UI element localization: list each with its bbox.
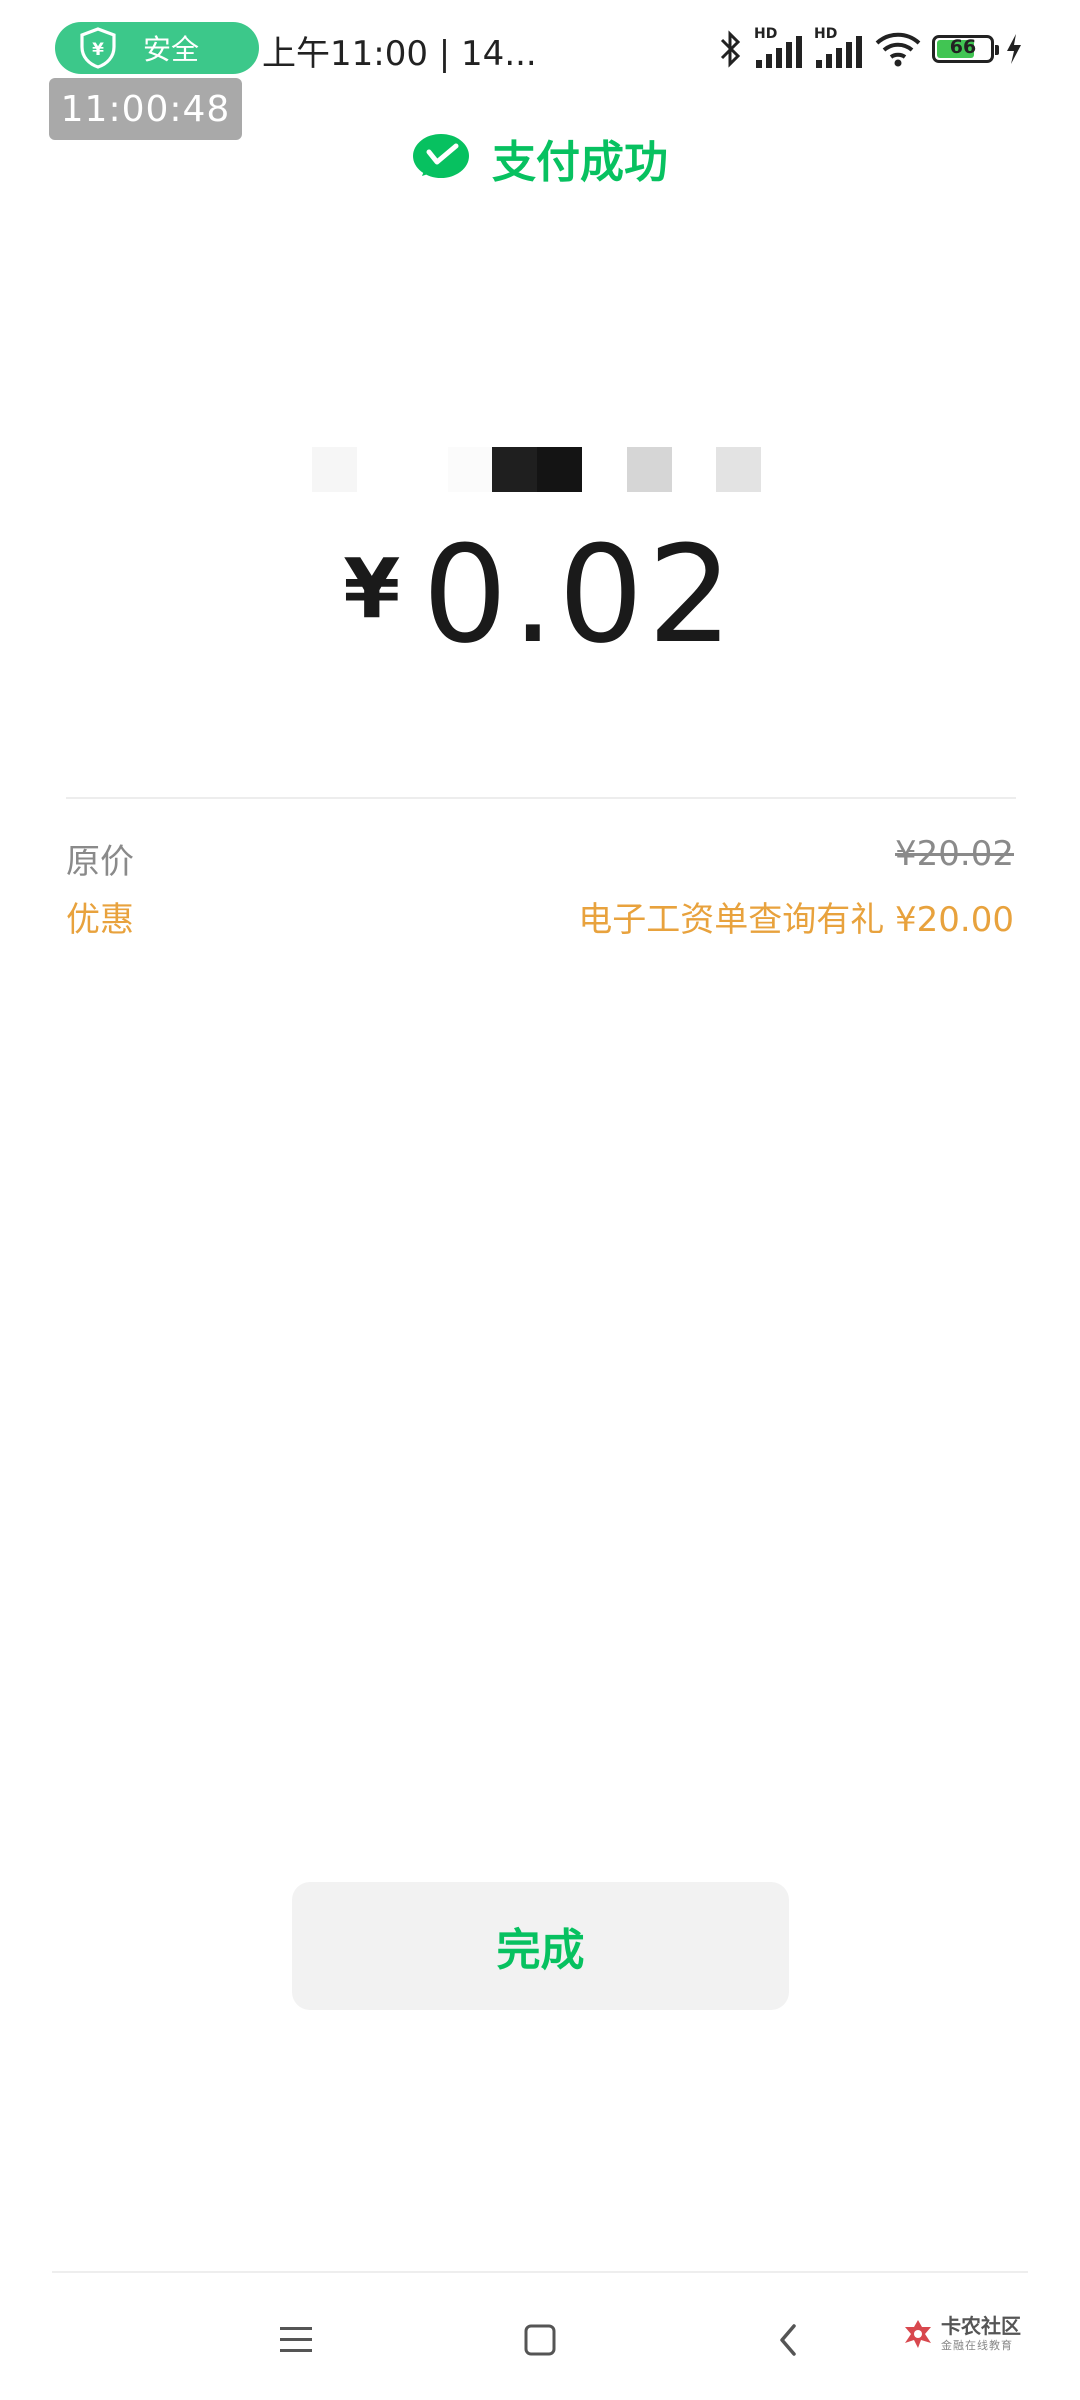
kanong-logo-icon (905, 2319, 931, 2348)
original-price-label: 原价 (66, 842, 134, 882)
pixel-block (492, 447, 537, 492)
payment-amount: ¥ 0.02 (0, 528, 1080, 662)
payment-success-header: 支付成功 (0, 126, 1080, 190)
back-button[interactable] (758, 2310, 818, 2370)
back-icon (780, 2324, 796, 2356)
watermark: 卡农社区 金融在线教育 (901, 2316, 1021, 2351)
amount-value: 0.02 (422, 517, 737, 673)
battery-level: 66 (949, 36, 977, 58)
menu-icon (280, 2327, 312, 2352)
bluetooth-icon (720, 30, 741, 68)
pixel-block (537, 447, 582, 492)
discount-label: 优惠 (66, 900, 134, 940)
security-badge[interactable]: ¥ 安全 (55, 22, 259, 74)
divider (66, 797, 1016, 799)
page-title: 支付成功 (492, 137, 668, 188)
pixel-block (627, 447, 672, 492)
home-button[interactable] (510, 2310, 570, 2370)
wechat-pay-icon (413, 134, 469, 178)
discount-value: 电子工资单查询有礼 ¥20.00 (578, 900, 1014, 940)
wifi-icon (875, 32, 921, 67)
signal-1: HD (754, 26, 804, 72)
shield-yen-icon: ¥ (80, 27, 116, 69)
signal-icon (816, 36, 862, 68)
status-time: 上午11:00 | 14... (262, 34, 537, 74)
svg-text:¥: ¥ (92, 40, 104, 60)
pixel-block (448, 447, 493, 492)
status-icons: HD HD 66 (718, 24, 1024, 74)
currency-symbol: ¥ (343, 542, 401, 637)
pixel-block (716, 447, 761, 492)
watermark-sub: 金融在线教育 (941, 2339, 1013, 2352)
done-button[interactable]: 完成 (292, 1882, 789, 2010)
signal-2: HD (814, 26, 864, 72)
nav-divider (52, 2271, 1028, 2273)
signal-icon (756, 36, 802, 68)
charging-icon (1007, 34, 1021, 64)
home-icon (524, 2324, 556, 2356)
watermark-text: 卡农社区 金融在线教育 (941, 2316, 1021, 2351)
menu-button[interactable] (266, 2310, 326, 2370)
pixel-block (312, 447, 357, 492)
battery-icon: 66 (932, 35, 999, 63)
security-label: 安全 (143, 33, 200, 66)
original-price-value: ¥20.02 (895, 834, 1014, 874)
watermark-main: 卡农社区 (941, 2314, 1021, 2338)
